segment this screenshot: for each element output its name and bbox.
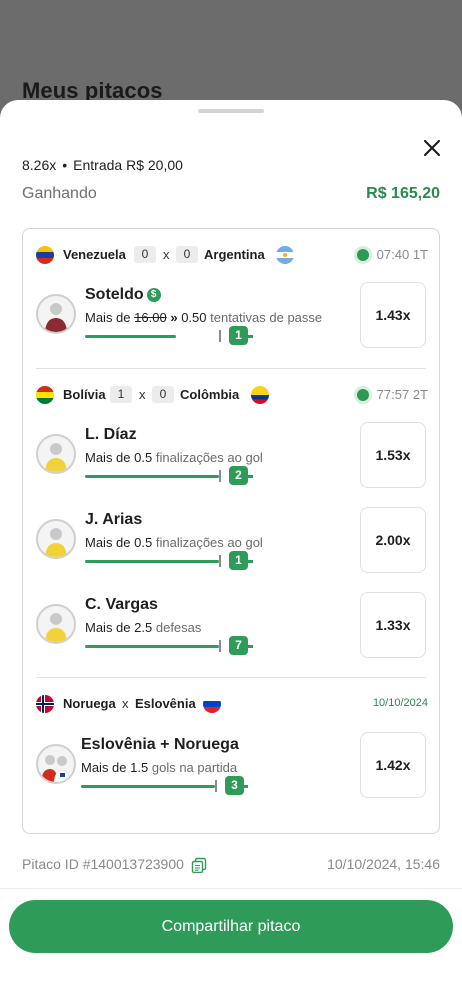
home-score: 0 (134, 246, 156, 263)
bet-detail-sheet: 8.26x • Entrada R$ 20,00 Ganhando R$ 165,2… (0, 100, 462, 1000)
bet-summary: 8.26x • Entrada R$ 20,00 (22, 157, 183, 173)
odds-box: 1.53x (360, 422, 426, 488)
status-label: Ganhando (22, 185, 97, 202)
pick-row: L. Díaz Mais de 0.5 finalizações ao gol … (23, 422, 441, 490)
home-team: Bolívia (63, 387, 106, 402)
player-avatar (36, 519, 76, 559)
pick-line: Mais de 2.5 defesas (85, 620, 202, 635)
progress-bar (85, 560, 219, 563)
away-team: Eslovênia (135, 696, 196, 711)
group-avatar (36, 744, 76, 784)
progress-badge: 2 (229, 466, 248, 485)
live-dot-icon (354, 386, 372, 404)
pick-row: Eslovênia + Noruega Mais de 1.5 gols na … (23, 732, 441, 800)
player-name: C. Vargas (85, 596, 158, 613)
away-team: Argentina (204, 247, 265, 262)
versus: x (122, 696, 129, 711)
pick-line: Mais de 16.00 » 0.50 tentativas de passe (85, 310, 323, 325)
home-team: Venezuela (63, 247, 126, 262)
live-dot-icon (354, 246, 372, 264)
norway-flag-icon (36, 695, 54, 713)
home-team: Noruega (63, 696, 116, 711)
versus: x (163, 247, 170, 262)
bullet-separator: • (62, 157, 68, 173)
entry-amount: Entrada R$ 20,00 (73, 157, 183, 173)
progress-badge: 7 (229, 636, 248, 655)
pick-row: J. Arias Mais de 0.5 finalizações ao gol… (23, 507, 441, 575)
progress-bar (85, 645, 219, 648)
old-line: 16.00 (134, 310, 167, 325)
pitaco-datetime: 10/10/2024, 15:46 (327, 856, 440, 872)
close-icon[interactable] (420, 136, 444, 160)
slovenia-flag-icon (203, 695, 221, 713)
away-score: 0 (176, 246, 198, 263)
away-score: 0 (152, 386, 174, 403)
copy-icon[interactable] (191, 857, 207, 873)
drag-handle[interactable] (198, 109, 264, 113)
pick-line: Mais de 0.5 finalizações ao gol (85, 535, 263, 550)
pick-line: Mais de 0.5 finalizações ao gol (85, 450, 263, 465)
target-marker (215, 780, 217, 792)
player-avatar (36, 604, 76, 644)
dollar-icon: $ (146, 288, 161, 302)
status-row: Ganhando R$ 165,20 (22, 185, 440, 207)
match-header: Venezuela 0 x 0 Argentina 07:40 1T (36, 245, 428, 265)
player-avatar (36, 434, 76, 474)
bolivia-flag-icon (36, 386, 54, 404)
target-marker (219, 640, 221, 652)
boost-arrows: » (170, 310, 178, 325)
pick-row: C. Vargas Mais de 2.5 defesas 7 1.33x (23, 592, 441, 660)
progress-badge: 3 (225, 776, 244, 795)
player-avatar (36, 294, 76, 334)
progress-bar (85, 475, 219, 478)
match-header: Bolívia 1 x 0 Colômbia 77:57 2T (36, 385, 428, 405)
player-name: J. Arias (85, 511, 143, 528)
odds-box: 2.00x (360, 507, 426, 573)
player-name: L. Díaz (85, 426, 137, 443)
odds-box: 1.42x (360, 732, 426, 798)
progress-bar (81, 785, 215, 788)
away-team: Colômbia (180, 387, 240, 402)
progress-badge: 1 (229, 326, 248, 345)
match-clock: 77:57 2T (376, 387, 428, 402)
progress-bar (85, 335, 176, 338)
target-marker (219, 555, 221, 567)
target-marker (219, 330, 221, 342)
home-score: 1 (110, 386, 132, 403)
total-multiplier: 8.26x (22, 157, 57, 173)
divider (36, 368, 426, 369)
player-name: Eslovênia + Noruega (81, 736, 239, 753)
player-name: Soteldo $ (85, 286, 161, 304)
progress-badge: 1 (229, 551, 248, 570)
odds-box: 1.43x (360, 282, 426, 348)
potential-payout: R$ 165,20 (366, 185, 440, 202)
colombia-flag-icon (251, 386, 269, 404)
pick-row: Soteldo $ Mais de 16.00 » 0.50 tentativas… (23, 282, 441, 350)
divider (0, 888, 462, 889)
versus: x (139, 387, 146, 402)
share-pitaco-button[interactable]: Compartilhar pitaco (9, 900, 453, 953)
target-marker (219, 470, 221, 482)
venezuela-flag-icon (36, 246, 54, 264)
odds-box: 1.33x (360, 592, 426, 658)
match-header: Noruega x Eslovênia 10/10/2024 (36, 694, 428, 714)
divider (36, 677, 426, 678)
match-date: 10/10/2024 (372, 697, 428, 709)
match-clock: 07:40 1T (376, 247, 428, 262)
picks-card: Venezuela 0 x 0 Argentina 07:40 1T Sotel… (22, 228, 440, 834)
pick-line: Mais de 1.5 gols na partida (81, 760, 238, 775)
argentina-flag-icon (276, 246, 294, 264)
pitaco-id: Pitaco ID #140013723900 (22, 856, 184, 872)
